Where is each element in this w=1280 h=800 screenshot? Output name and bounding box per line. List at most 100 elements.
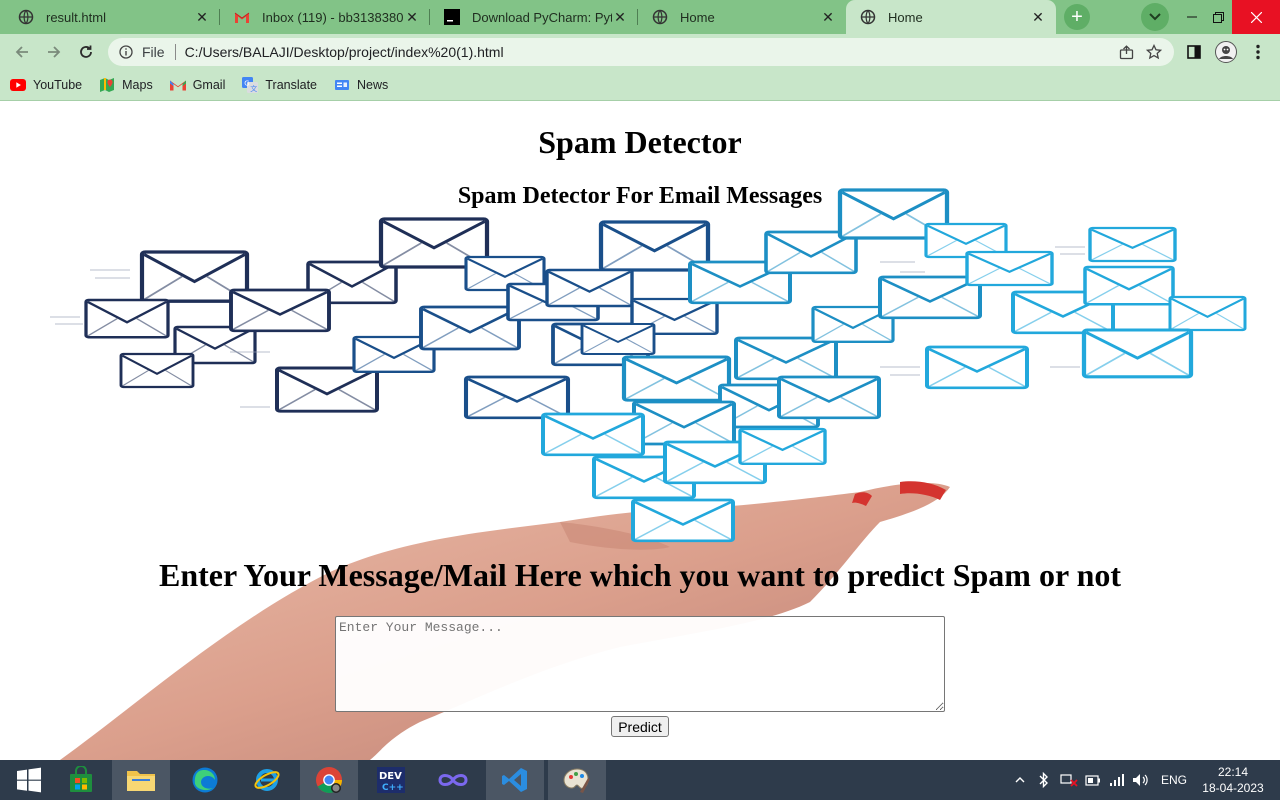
bookmark-translate[interactable]: G文 Translate: [242, 77, 317, 93]
volume-icon[interactable]: [1130, 760, 1152, 800]
taskbar-vscode[interactable]: [486, 760, 544, 800]
input-prompt-heading: Enter Your Message/Mail Here which you w…: [158, 557, 1122, 593]
bookmark-label: Translate: [265, 78, 318, 92]
taskbar-infinity-app[interactable]: [424, 760, 482, 800]
message-textarea[interactable]: [335, 616, 945, 712]
devcpp-icon: DEVC++: [377, 767, 405, 793]
globe-icon: [860, 9, 876, 25]
clock-date: 18-04-2023: [1202, 781, 1264, 795]
bookmark-label: Gmail: [192, 78, 226, 92]
tab-gmail-inbox[interactable]: Inbox (119) - bb3138380@gmail.com ✕: [220, 0, 430, 34]
address-bar[interactable]: File C:/Users/BALAJI/Desktop/project/ind…: [108, 38, 1174, 66]
folder-icon: [127, 771, 155, 791]
bookmarks-bar: YouTube Maps Gmail G文 Translate News: [0, 70, 1280, 101]
reload-button[interactable]: [72, 38, 100, 66]
page-title: Spam Detector: [538, 124, 742, 160]
youtube-icon: [10, 77, 26, 93]
predict-button[interactable]: Predict: [611, 716, 669, 737]
info-icon[interactable]: [118, 44, 134, 60]
maps-icon: [99, 77, 115, 93]
tab-title: Home: [888, 9, 923, 25]
ie-icon: [254, 769, 280, 791]
bluetooth-icon[interactable]: [1034, 760, 1054, 800]
close-tab-icon[interactable]: ✕: [404, 9, 420, 25]
bookmark-youtube[interactable]: YouTube: [10, 77, 82, 93]
chevron-up-icon: [1015, 777, 1025, 783]
vscode-icon: [502, 768, 527, 792]
tab-title: Home: [680, 9, 715, 25]
bookmark-maps[interactable]: Maps: [99, 77, 153, 93]
tab-home[interactable]: Home ✕: [638, 0, 846, 34]
taskbar-paint[interactable]: [548, 760, 606, 800]
infinity-icon: [438, 774, 468, 786]
show-hidden-icons-button[interactable]: [1010, 760, 1030, 800]
minimize-icon: [1187, 16, 1197, 18]
back-button[interactable]: [8, 38, 36, 66]
more-vertical-icon: [1256, 44, 1260, 60]
wifi-signal-icon[interactable]: [1106, 760, 1128, 800]
profile-avatar[interactable]: [1212, 38, 1240, 66]
address-scheme: File: [142, 44, 165, 60]
address-url[interactable]: C:/Users/BALAJI/Desktop/project/index%20…: [185, 44, 1112, 60]
svg-text:C++: C++: [382, 783, 404, 793]
taskbar-chrome[interactable]: [300, 760, 358, 800]
taskbar-edge[interactable]: [176, 760, 234, 800]
chevron-down-icon: [1149, 13, 1161, 21]
avatar-icon: [1215, 41, 1237, 63]
battery-icon[interactable]: [1082, 760, 1104, 800]
taskbar-dev-cpp[interactable]: DEV C++: [362, 760, 420, 800]
tab-title: result.html: [46, 9, 106, 25]
close-window-button[interactable]: [1232, 0, 1280, 34]
clock-time: 22:14: [1217, 765, 1249, 779]
arrow-left-icon: [15, 46, 28, 58]
browser-toolbar: File C:/Users/BALAJI/Desktop/project/ind…: [0, 34, 1280, 70]
forward-button[interactable]: [40, 38, 68, 66]
bookmark-label: News: [357, 78, 389, 92]
chrome-icon: [316, 767, 343, 794]
translate-icon: G文: [242, 77, 259, 93]
bookmark-gmail[interactable]: Gmail: [169, 77, 226, 93]
taskbar-microsoft-store[interactable]: [52, 760, 110, 800]
side-panel-icon: [1187, 45, 1201, 59]
close-tab-icon[interactable]: ✕: [1030, 9, 1046, 25]
tab-result-html[interactable]: result.html ✕: [4, 0, 220, 34]
restore-icon: [1212, 11, 1224, 23]
tab-pycharm[interactable]: Download PyCharm: Python IDE ✕: [430, 0, 638, 34]
language-indicator[interactable]: ENG: [1156, 760, 1192, 800]
bookmark-news[interactable]: News: [334, 77, 388, 93]
windows-taskbar: DEV C++ ENG 22:14 18-04-2023: [0, 760, 1280, 800]
start-button[interactable]: [0, 760, 58, 800]
close-tab-icon[interactable]: ✕: [820, 9, 836, 25]
news-icon: [334, 77, 350, 93]
svg-text:DEV: DEV: [379, 771, 402, 782]
tab-home-active[interactable]: Home ✕: [846, 0, 1056, 34]
pycharm-icon: [444, 9, 460, 25]
paint-icon: [563, 768, 590, 793]
clock[interactable]: 22:14 18-04-2023: [1196, 764, 1270, 796]
page-subtitle: Spam Detector For Email Messages: [457, 183, 823, 209]
bookmark-label: YouTube: [33, 78, 83, 92]
arrow-right-icon: [48, 46, 61, 58]
globe-icon: [652, 9, 668, 25]
tab-search-button[interactable]: [1141, 3, 1169, 31]
browser-menu-button[interactable]: [1244, 38, 1272, 66]
taskbar-internet-explorer[interactable]: [238, 760, 296, 800]
svg-text:文: 文: [251, 84, 258, 93]
edge-icon: [192, 767, 218, 793]
share-icon[interactable]: [1112, 38, 1140, 66]
network-disconnected-icon[interactable]: [1058, 760, 1080, 800]
gmail-icon: [234, 9, 250, 25]
tab-strip: result.html ✕ Inbox (119) - bb3138380@gm…: [0, 0, 1280, 34]
store-icon: [70, 766, 92, 792]
close-tab-icon[interactable]: ✕: [612, 9, 628, 25]
side-panel-button[interactable]: [1180, 38, 1208, 66]
new-tab-button[interactable]: +: [1064, 4, 1090, 30]
gmail-icon: [169, 77, 186, 93]
windows-icon: [17, 767, 41, 793]
close-tab-icon[interactable]: ✕: [194, 9, 210, 25]
reload-icon: [80, 45, 92, 58]
tab-title: Inbox (119) - bb3138380@gmail.com: [262, 9, 404, 25]
close-icon: [1250, 11, 1262, 23]
bookmark-star-icon[interactable]: [1140, 38, 1168, 66]
taskbar-file-explorer[interactable]: [112, 760, 170, 800]
